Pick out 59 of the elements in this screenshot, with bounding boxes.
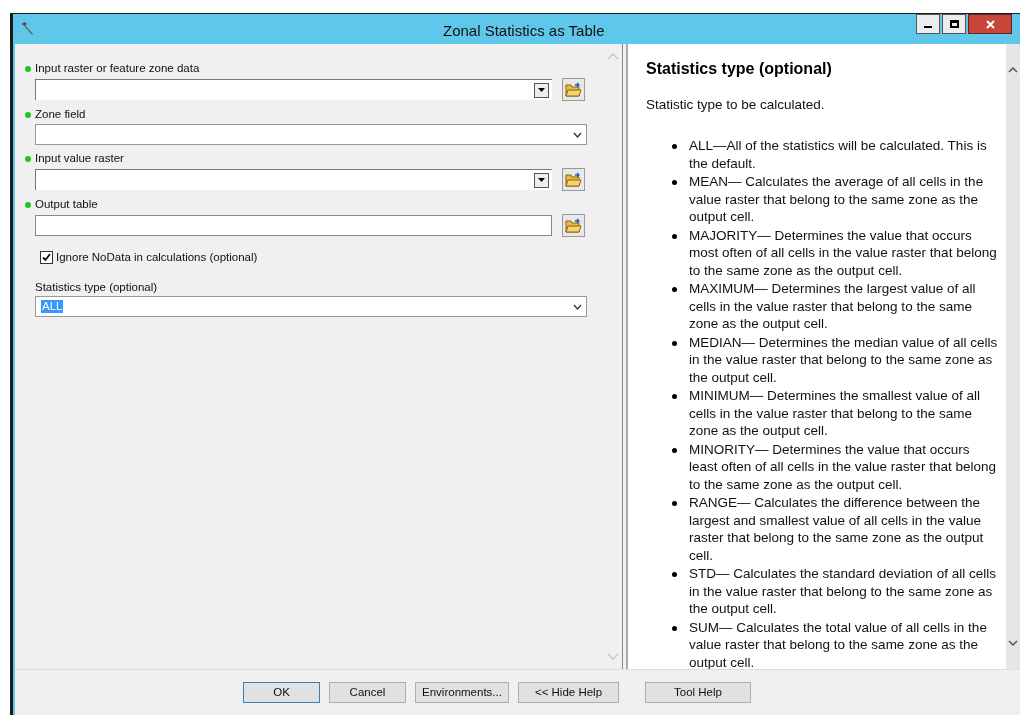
- bullet-icon: [672, 447, 677, 453]
- folder-icon: [565, 82, 582, 97]
- caret-icon: [538, 178, 545, 182]
- folder-icon: [565, 218, 582, 233]
- checkbox[interactable]: Ignore NoData in calculations (optional): [40, 249, 594, 267]
- help-list-item: SUM— Calculates the total value of all cells in the value raster that belong to the same zone as the output cell.: [689, 618, 988, 669]
- hammer-icon: [19, 21, 35, 37]
- scroll-down-icon[interactable]: [1008, 640, 1018, 647]
- help-list-item: RANGE— Calculates the difference between the largest and smallest value of all cells in the value raster that belong to the same zone as the output cell.: [689, 494, 985, 565]
- browse-button[interactable]: [562, 214, 585, 237]
- help-list-item: STD— Calculates the standard deviation of all cells in the value raster that belong to the same zone as the output cell.: [689, 565, 997, 618]
- browse-button[interactable]: [562, 168, 585, 191]
- bullet-icon: [672, 144, 677, 150]
- field-label: Statistics type (optional): [35, 279, 158, 295]
- dropdown[interactable]: [35, 124, 587, 145]
- close-icon: [985, 19, 995, 29]
- dropdown-arrow-button[interactable]: [534, 172, 549, 188]
- dropdown-arrow-button[interactable]: [534, 82, 549, 98]
- help-list-item: ALL—All of the statistics will be calculated. This is the default.: [689, 137, 988, 173]
- close-button[interactable]: [968, 14, 1012, 34]
- input-field[interactable]: [35, 215, 552, 236]
- field-label: Input raster or feature zone data: [35, 61, 200, 77]
- caret-icon: [538, 88, 545, 92]
- bullet-icon: [672, 180, 677, 186]
- minimize-button[interactable]: [916, 14, 940, 34]
- help-title: Statistics type (optional): [646, 59, 833, 79]
- dialog-button[interactable]: Tool Help: [645, 682, 751, 703]
- bullet-icon: [672, 501, 677, 507]
- combo-box[interactable]: [35, 79, 552, 100]
- folder-icon: [565, 172, 582, 187]
- window-title: Zonal Statistics as Table: [443, 21, 605, 41]
- bullet-icon: [672, 625, 677, 631]
- chevron-down-icon: [573, 303, 582, 310]
- dialog-button[interactable]: << Hide Help: [518, 682, 619, 703]
- bullet-icon: [672, 287, 677, 293]
- browse-button[interactable]: [562, 78, 585, 101]
- bullet-icon: [672, 394, 677, 400]
- check-icon: [41, 252, 52, 264]
- chevron-down-icon: [573, 131, 582, 138]
- bullet-icon: [672, 340, 677, 346]
- dialog-button[interactable]: OK: [243, 682, 320, 703]
- bullet-icon: [672, 572, 677, 578]
- scroll-up-icon[interactable]: [1008, 66, 1018, 73]
- field-label: Zone field: [35, 107, 86, 123]
- field-label: Input value raster: [35, 151, 124, 167]
- help-list-item: MAJORITY— Determines the value that occurs most often of all cells in the value raster that belong to the same zone as the output cell.: [689, 226, 998, 280]
- maximize-button[interactable]: [942, 14, 966, 34]
- bullet-icon: [672, 233, 677, 239]
- dialog-button[interactable]: Environments...: [415, 682, 509, 703]
- help-list-item: MINIMUM— Determines the smallest value of all cells in the value raster that belong to the same zone as the output cell.: [689, 387, 982, 440]
- help-text: Statistic type to be calculated.: [646, 96, 826, 114]
- field-label: Output table: [35, 197, 98, 213]
- dialog-button[interactable]: Cancel: [329, 682, 406, 703]
- combo-box[interactable]: [35, 169, 552, 190]
- scrollbar[interactable]: [1006, 44, 1020, 669]
- help-list-item: MEAN— Calculates the average of all cells in the value raster that belong to the same zone as the output cell.: [689, 173, 985, 226]
- help-list-item: MAXIMUM— Determines the largest value of all cells in the value raster that belong to the same zone as the output cell.: [689, 280, 977, 333]
- help-list-item: MEDIAN— Determines the median value of all cells in the value raster that belong to the same zone as the output cell.: [689, 333, 999, 387]
- help-list-item: MINORITY— Determines the value that occurs least often of all cells in the value raster that belong to the same zone as the output cell.: [689, 440, 997, 494]
